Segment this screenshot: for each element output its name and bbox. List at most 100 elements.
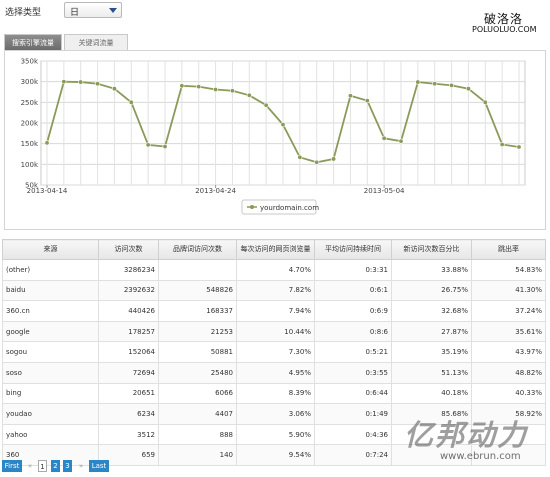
first-page-button[interactable]: First	[2, 460, 22, 472]
data-point[interactable]	[398, 138, 404, 144]
column-header[interactable]: 来源	[2, 239, 99, 260]
data-point[interactable]	[246, 92, 252, 98]
next-page-link[interactable]: »	[77, 460, 85, 472]
table-cell: 20651	[98, 382, 159, 405]
table-header-row: 来源 访问次数 品牌词访问次数 每次访问的网页浏览量 平均访问持续时间 新访问次数百分比跳…	[2, 239, 546, 260]
data-point[interactable]	[111, 86, 117, 92]
type-select-value: 日	[70, 8, 80, 18]
source-name-cell: bing	[2, 382, 99, 405]
data-point[interactable]	[263, 102, 269, 108]
table-cell: 21253	[158, 320, 237, 343]
filter-bar: 选择类型 日 破洛洛 POLUOLUO.COM	[0, 0, 550, 34]
tab-search-engine-traffic[interactable]: 搜索引擎流量	[4, 34, 62, 50]
table-row: sogou 152064 50881 7.30% 0:5:21 35.19% 43.97%	[2, 341, 546, 363]
data-point[interactable]	[364, 98, 370, 104]
table-cell: 2392632	[98, 279, 159, 302]
table-cell: 888	[158, 423, 237, 446]
watermark-url: www.ebrun.com	[440, 451, 521, 462]
data-point[interactable]	[196, 84, 202, 90]
data-point[interactable]	[229, 88, 235, 94]
y-tick-label: 100k	[21, 161, 39, 169]
prev-page-link[interactable]: «	[26, 460, 34, 472]
data-point[interactable]	[128, 99, 134, 105]
table-cell: 27.87%	[391, 320, 472, 343]
tab-keyword-traffic[interactable]: 关键词流量	[64, 34, 128, 50]
data-point[interactable]	[499, 141, 505, 147]
column-header[interactable]: 品牌词访问次数	[158, 239, 237, 260]
data-point[interactable]	[347, 93, 353, 99]
data-point[interactable]	[482, 99, 488, 105]
table-cell: 0:3:55	[314, 361, 392, 384]
source-name-cell: yahoo	[2, 423, 99, 446]
table-cell: 4.70%	[236, 259, 315, 281]
data-point[interactable]	[415, 79, 421, 85]
data-point[interactable]	[314, 159, 320, 165]
table-cell: 35.19%	[391, 341, 472, 363]
data-point[interactable]	[516, 144, 522, 150]
table-cell: 40.18%	[391, 382, 472, 405]
y-tick-label: 300k	[21, 78, 39, 86]
column-header[interactable]: 访问次数	[98, 239, 159, 260]
table-cell: 0:1:49	[314, 403, 392, 425]
table-cell: 54.83%	[471, 259, 546, 281]
table-cell: 6066	[158, 382, 237, 405]
data-point[interactable]	[297, 154, 303, 160]
table-cell: 440426	[98, 300, 159, 322]
table-cell: 37.24%	[471, 300, 546, 322]
table-cell: 33.88%	[391, 259, 472, 281]
data-point[interactable]	[213, 87, 219, 93]
data-point[interactable]	[95, 81, 101, 87]
table-cell: 178257	[98, 320, 159, 343]
type-filter-label: 选择类型	[5, 8, 42, 18]
table-cell: 7.94%	[236, 300, 315, 322]
y-tick-label: 350k	[21, 58, 39, 66]
data-point[interactable]	[162, 144, 168, 150]
column-header[interactable]: 每次访问的网页浏览量	[236, 239, 315, 260]
table-cell	[158, 259, 237, 281]
last-page-button[interactable]: Last	[89, 460, 109, 472]
y-tick-label: 150k	[21, 140, 39, 148]
type-select[interactable]: 日	[64, 2, 122, 18]
data-point[interactable]	[331, 156, 337, 162]
chart-legend[interactable]: yourdomain.com	[241, 199, 319, 215]
column-header[interactable]: 跳出率	[471, 239, 546, 260]
page-3-button[interactable]: 3	[63, 460, 72, 472]
x-tick-label: 2013-05-04	[364, 187, 405, 195]
table-cell: 10.44%	[236, 320, 315, 343]
data-point[interactable]	[179, 83, 185, 89]
table-cell: 9.54%	[236, 444, 315, 466]
table-cell: 140	[158, 444, 237, 466]
chevron-down-icon[interactable]	[109, 8, 117, 13]
source-name-cell: soso	[2, 361, 99, 384]
table-cell: 8.39%	[236, 382, 315, 405]
data-point[interactable]	[280, 122, 286, 128]
data-point[interactable]	[44, 140, 50, 146]
table-cell: 0:4:36	[314, 423, 392, 446]
table-row: bing 20651 6066 8.39% 0:6:44 40.18% 40.33%	[2, 382, 546, 405]
column-header[interactable]: 新访问次数百分比	[391, 239, 472, 260]
data-point[interactable]	[145, 142, 151, 148]
column-header[interactable]: 平均访问持续时间	[314, 239, 392, 260]
source-name-cell: baidu	[2, 279, 99, 302]
legend-label: yourdomain.com	[260, 204, 319, 212]
source-name-cell: 360.cn	[2, 300, 99, 322]
data-point[interactable]	[449, 82, 455, 88]
traffic-chart-panel: 350k 300k 250k 200k 150k 100k 50k 2013-04-14 20…	[4, 50, 546, 230]
table-cell: 43.97%	[471, 341, 546, 363]
data-point[interactable]	[465, 86, 471, 92]
table-cell: 4.95%	[236, 361, 315, 384]
data-point[interactable]	[61, 79, 67, 85]
table-cell: 0:8:6	[314, 320, 392, 343]
data-point[interactable]	[432, 81, 438, 87]
table-cell: 0:5:21	[314, 341, 392, 363]
page-1-button[interactable]: 1	[38, 460, 47, 472]
table-cell: 6234	[98, 403, 159, 425]
table-cell: 7.30%	[236, 341, 315, 363]
table-cell: 50881	[158, 341, 237, 363]
table-cell: 0:6:1	[314, 279, 392, 302]
page-2-button[interactable]: 2	[51, 460, 60, 472]
data-point[interactable]	[78, 79, 84, 85]
data-point[interactable]	[381, 135, 387, 141]
table-cell: 152064	[98, 341, 159, 363]
table-cell: 41.30%	[471, 279, 546, 302]
